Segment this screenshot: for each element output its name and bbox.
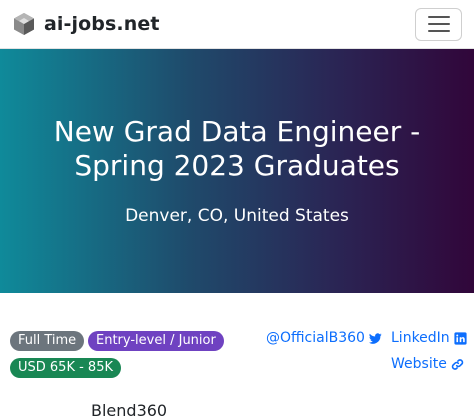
- experience-level-badge: Entry-level / Junior: [88, 331, 224, 351]
- job-hero-banner: New Grad Data Engineer - Spring 2023 Gra…: [0, 49, 474, 293]
- linkedin-link[interactable]: LinkedIn: [391, 330, 467, 346]
- brand-logo-icon: [14, 13, 34, 35]
- employment-type-badge: Full Time: [10, 331, 85, 351]
- menu-toggle-button[interactable]: [415, 7, 462, 41]
- job-location: Denver, CO, United States: [125, 206, 349, 226]
- salary-badge: USD 65K - 85K: [10, 358, 121, 378]
- twitter-icon: [368, 332, 382, 344]
- job-title: New Grad Data Engineer - Spring 2023 Gra…: [53, 115, 421, 182]
- job-details: Full Time Entry-level / Junior USD 65K -…: [0, 293, 474, 420]
- website-label: Website: [391, 356, 447, 372]
- hamburger-icon: [427, 30, 450, 32]
- twitter-link[interactable]: @OfficialB360: [266, 330, 382, 346]
- brand[interactable]: ai-jobs.net: [12, 12, 160, 36]
- company-name: Blend360: [91, 401, 168, 420]
- website-link[interactable]: Website: [391, 356, 464, 372]
- top-navbar: ai-jobs.net: [0, 0, 474, 49]
- hamburger-icon: [427, 16, 450, 18]
- link-icon: [451, 358, 464, 370]
- twitter-handle: @OfficialB360: [266, 330, 365, 346]
- brand-name: ai-jobs.net: [44, 13, 160, 35]
- linkedin-icon: [454, 331, 467, 345]
- hamburger-icon: [427, 23, 450, 25]
- linkedin-label: LinkedIn: [391, 330, 450, 346]
